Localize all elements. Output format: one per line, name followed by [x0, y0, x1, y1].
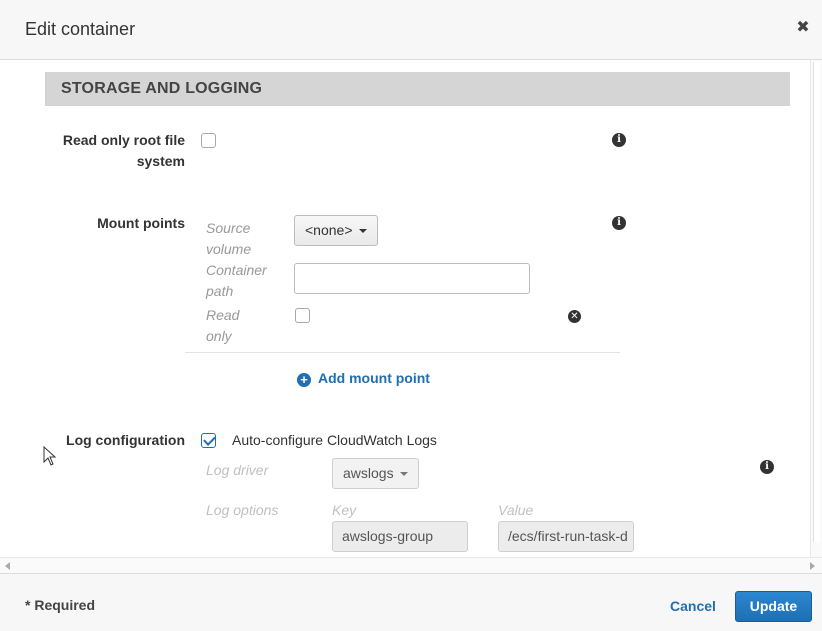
- source-volume-dropdown[interactable]: <none>: [294, 215, 378, 246]
- source-volume-label: Source volume: [206, 218, 251, 260]
- container-path-label: Container path: [206, 260, 267, 302]
- source-volume-label-line1: Source: [206, 220, 251, 236]
- read-only-root-label-line1: Read only root file: [62, 132, 185, 148]
- cancel-button[interactable]: Cancel: [670, 598, 716, 614]
- container-path-input[interactable]: [294, 263, 530, 294]
- key-column-label: Key: [332, 502, 357, 518]
- horizontal-scrollbar[interactable]: [0, 557, 822, 573]
- scroll-left-icon[interactable]: [5, 562, 10, 570]
- update-button[interactable]: Update: [735, 591, 812, 622]
- read-only-checkbox[interactable]: [295, 308, 310, 323]
- vertical-scrollbar[interactable]: [810, 60, 822, 557]
- section-title: STORAGE AND LOGGING: [61, 80, 263, 97]
- divider: [185, 352, 620, 353]
- remove-icon[interactable]: ✕: [568, 310, 581, 323]
- read-only-root-label: Read only root file system: [40, 130, 185, 172]
- value-column-label: Value: [498, 502, 534, 518]
- log-driver-value: awslogs: [343, 465, 394, 481]
- log-option-value-input[interactable]: /ecs/first-run-task-d: [498, 521, 634, 552]
- read-only-label-line2: only: [206, 328, 232, 344]
- add-mount-point-label: Add mount point: [318, 370, 430, 386]
- dialog-header: Edit container ✖: [0, 0, 822, 60]
- dialog-footer: * Required Cancel Update: [0, 573, 822, 631]
- mouse-cursor-icon: [43, 446, 57, 466]
- dialog-title: Edit container: [25, 19, 136, 39]
- read-only-root-label-line2: system: [136, 153, 185, 169]
- log-configuration-label: Log configuration: [66, 432, 185, 448]
- chevron-down-icon: [358, 229, 367, 234]
- info-icon[interactable]: i: [760, 460, 774, 474]
- log-options-label: Log options: [206, 502, 279, 518]
- dialog-body: STORAGE AND LOGGING Read only root file …: [0, 60, 822, 557]
- add-mount-point-button[interactable]: + Add mount point: [297, 368, 430, 388]
- source-volume-label-line2: volume: [206, 241, 252, 257]
- section-header: STORAGE AND LOGGING: [45, 72, 790, 106]
- scroll-right-icon[interactable]: [810, 562, 815, 570]
- scrollbar-thumb[interactable]: [813, 62, 820, 542]
- info-icon[interactable]: i: [612, 216, 626, 230]
- read-only-label: Read only: [206, 305, 239, 347]
- close-icon[interactable]: ✖: [796, 20, 810, 36]
- required-note: * Required: [25, 597, 96, 613]
- info-icon[interactable]: i: [612, 133, 626, 147]
- container-path-label-line1: Container: [206, 262, 267, 278]
- mount-points-label: Mount points: [97, 215, 185, 231]
- auto-configure-checkbox[interactable]: [201, 433, 216, 448]
- plus-circle-icon: +: [297, 373, 311, 387]
- auto-configure-label: Auto-configure CloudWatch Logs: [232, 432, 437, 448]
- log-driver-label: Log driver: [206, 462, 269, 478]
- log-option-key-input[interactable]: awslogs-group: [332, 521, 468, 552]
- read-only-root-checkbox[interactable]: [201, 133, 216, 148]
- source-volume-value: <none>: [305, 222, 353, 238]
- container-path-label-line2: path: [206, 283, 234, 299]
- read-only-label-line1: Read: [206, 307, 240, 323]
- log-driver-dropdown[interactable]: awslogs: [332, 458, 419, 489]
- chevron-down-icon: [399, 472, 408, 477]
